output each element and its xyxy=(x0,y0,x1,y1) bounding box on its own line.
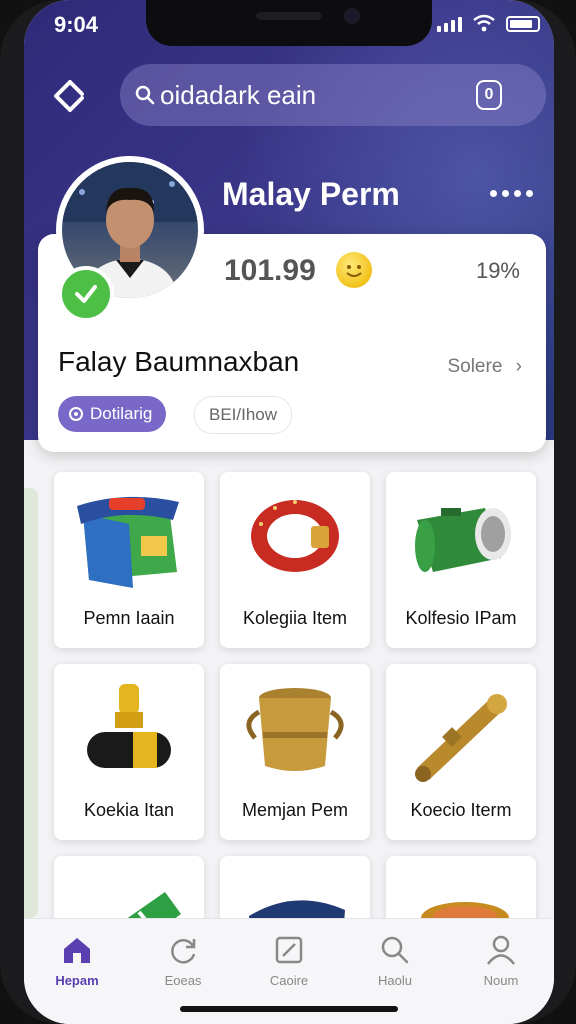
search-input[interactable]: oidadark eain xyxy=(160,80,476,111)
cylinder-icon xyxy=(415,508,511,572)
search-icon xyxy=(135,85,155,105)
item-label: Pemn Iaain xyxy=(83,608,175,628)
tab-home[interactable]: Hepam xyxy=(24,919,130,1024)
see-more-label: Solere xyxy=(447,356,503,377)
home-indicator xyxy=(180,1006,398,1012)
tab-label: Eoeas xyxy=(164,973,202,988)
tag-secondary[interactable]: BEI/Ihow xyxy=(194,396,293,434)
item-label: Kolegiia Item xyxy=(242,608,348,628)
item-label: Kolfesio IPam xyxy=(405,608,517,628)
bracelet-icon xyxy=(251,500,339,572)
user-icon xyxy=(487,935,515,965)
status-icons xyxy=(437,14,540,32)
home-icon xyxy=(64,938,90,963)
grid-item[interactable]: Kolfesio IPam xyxy=(386,472,536,648)
search-icon xyxy=(381,936,409,964)
grid-item[interactable]: Koekia Itan xyxy=(54,664,204,840)
tag-primary[interactable]: Dotilarig xyxy=(58,396,167,432)
search-bar[interactable]: oidadark eain 0 xyxy=(120,64,546,126)
status-time: 9:04 xyxy=(54,12,99,37)
wifi-icon xyxy=(473,14,495,32)
profile-subtitle: Falay Baumnaxban xyxy=(58,346,300,377)
item-label: Koecio Iterm xyxy=(410,800,512,820)
box-icon xyxy=(77,496,179,588)
chevron-right-icon: › xyxy=(515,356,522,377)
pot-icon xyxy=(246,688,344,771)
refresh-icon xyxy=(171,939,196,964)
coin-icon xyxy=(336,252,372,288)
profile-name: Malay Perm xyxy=(222,176,400,212)
tag-primary-label: Dotilarig xyxy=(90,404,153,423)
stat-value: 101.99 xyxy=(224,254,316,287)
tab-label: Caoire xyxy=(269,973,309,988)
search-count-badge[interactable]: 0 xyxy=(476,80,502,110)
tube-icon xyxy=(415,694,507,782)
app-screen: 9:04 oidadark eain 0 Malay Perm 101.99 1… xyxy=(24,0,554,1024)
stat-percent: 19% xyxy=(475,258,520,283)
back-icon[interactable] xyxy=(48,76,88,116)
grid-item[interactable]: Pemn Iaain xyxy=(54,472,204,648)
tab-profile[interactable]: Noum xyxy=(448,919,554,1024)
grid-item[interactable]: Kolegiia Item xyxy=(220,472,370,648)
tag-secondary-label: BEI/Ihow xyxy=(209,405,278,424)
item-label: Memjan Pem xyxy=(241,800,349,820)
grid-item[interactable]: Koecio Iterm xyxy=(386,664,536,840)
tab-label: Noum xyxy=(483,973,519,988)
verified-badge-icon xyxy=(58,266,114,322)
see-more-link[interactable]: Solere › xyxy=(447,356,522,378)
tab-label: Haolu xyxy=(378,973,412,988)
signal-icon xyxy=(437,17,462,32)
item-label: Koekia Itan xyxy=(83,800,175,820)
edit-icon xyxy=(275,936,303,964)
device-notch xyxy=(146,0,432,46)
tab-label: Hepam xyxy=(55,973,99,988)
grid-item[interactable]: Memjan Pem xyxy=(220,664,370,840)
location-icon xyxy=(69,407,83,421)
phone-frame: 9:04 oidadark eain 0 Malay Perm 101.99 1… xyxy=(0,0,576,1024)
side-strip xyxy=(24,488,38,918)
battery-icon xyxy=(506,16,540,32)
figure-icon xyxy=(87,684,171,768)
more-options-icon[interactable] xyxy=(490,190,533,197)
